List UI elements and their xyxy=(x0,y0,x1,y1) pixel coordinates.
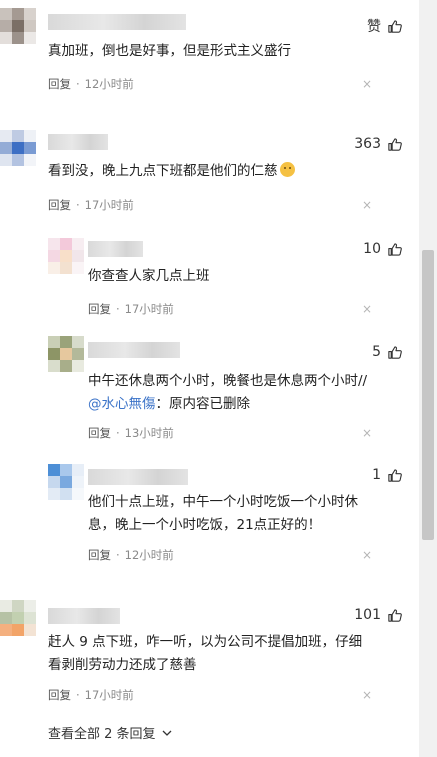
scrollbar-thumb[interactable] xyxy=(422,250,434,540)
like-number: 363 xyxy=(354,136,381,152)
reply-text: 中午还休息两个小时，晚餐也是休息两个小时// @水心無傷：原内容已删除 xyxy=(88,370,418,416)
chevron-down-icon xyxy=(162,730,172,736)
close-icon[interactable]: × xyxy=(362,426,372,440)
timestamp: 12小时前 xyxy=(84,77,134,91)
reply-meta: 回复 · 17小时前 xyxy=(88,301,174,317)
reply-meta: 回复 · 12小时前 xyxy=(88,547,174,563)
thumbs-up-icon[interactable] xyxy=(387,345,402,360)
comment-text-line: 赶人 9 点下班，咋一听，以为公司不提倡加班，仔细 xyxy=(48,634,363,650)
username-blurred[interactable] xyxy=(48,608,120,624)
thumbs-up-icon[interactable] xyxy=(387,608,402,623)
username-blurred[interactable] xyxy=(88,469,188,485)
comment-text: 看到没，晚上九点下班都是他们的仁慈 xyxy=(48,160,378,183)
like-label: 赞 xyxy=(367,19,381,35)
view-all-label: 查看全部 2 条回复 xyxy=(48,727,156,742)
thumbs-up-icon[interactable] xyxy=(387,468,402,483)
comment-meta: 回复 · 17小时前 xyxy=(48,687,134,703)
reply-text-tail: ：原内容已删除 xyxy=(155,396,251,412)
avatar[interactable] xyxy=(48,336,84,372)
meta-dot: · xyxy=(76,77,80,91)
like-number: 10 xyxy=(363,241,381,257)
meta-dot: · xyxy=(76,688,80,702)
avatar[interactable] xyxy=(0,8,36,44)
meta-dot: · xyxy=(116,302,120,316)
like-count[interactable]: 5 xyxy=(372,344,402,360)
like-number: 5 xyxy=(372,344,381,360)
meta-dot: · xyxy=(76,198,80,212)
avatar[interactable] xyxy=(0,130,36,166)
thumbs-up-icon[interactable] xyxy=(387,19,402,34)
close-icon[interactable]: × xyxy=(362,198,372,212)
like-count[interactable]: 10 xyxy=(363,241,402,257)
reply-text-line: @水心無傷：原内容已删除 xyxy=(88,393,418,416)
comment-text-body: 看到没，晚上九点下班都是他们的仁慈 xyxy=(48,163,278,179)
avatar[interactable] xyxy=(0,600,36,636)
reply-meta: 回复 · 13小时前 xyxy=(88,425,174,441)
like-count[interactable]: 1 xyxy=(372,467,402,483)
reply-button[interactable]: 回复 xyxy=(48,198,71,212)
avatar[interactable] xyxy=(48,238,84,274)
comment-text: 真加班，倒也是好事，但是形式主义盛行 xyxy=(48,43,291,59)
reply-text-line: 中午还休息两个小时，晚餐也是休息两个小时// xyxy=(88,373,368,389)
thumbs-up-icon[interactable] xyxy=(387,242,402,257)
close-icon[interactable]: × xyxy=(362,688,372,702)
meta-dot: · xyxy=(116,548,120,562)
reply-text-line: 他们十点上班，中午一个小时吃饭一个小时休 xyxy=(88,494,358,510)
timestamp: 12小时前 xyxy=(124,548,174,562)
reply-text: 他们十点上班，中午一个小时吃饭一个小时休 息，晚上一个小时吃饭，21点正好的！ xyxy=(88,491,418,537)
like-number: 1 xyxy=(372,467,381,483)
like-count[interactable]: 363 xyxy=(354,136,402,152)
mention-link[interactable]: @水心無傷 xyxy=(88,396,156,412)
like-number: 101 xyxy=(354,607,381,623)
reply-text: 你查查人家几点上班 xyxy=(88,268,210,284)
view-all-replies-link[interactable]: 查看全部 2 条回复 xyxy=(48,723,172,742)
close-icon[interactable]: × xyxy=(362,302,372,316)
reply-button[interactable]: 回复 xyxy=(88,302,111,316)
reply-button[interactable]: 回复 xyxy=(48,77,71,91)
username-blurred[interactable] xyxy=(88,342,180,358)
timestamp: 13小时前 xyxy=(124,426,174,440)
like-count[interactable]: 101 xyxy=(354,607,402,623)
meta-dot: · xyxy=(116,426,120,440)
comment-meta: 回复 · 17小时前 xyxy=(48,197,134,213)
smile-emoji-icon xyxy=(279,162,295,177)
timestamp: 17小时前 xyxy=(84,198,134,212)
timestamp: 17小时前 xyxy=(124,302,174,316)
avatar[interactable] xyxy=(48,464,84,500)
reply-button[interactable]: 回复 xyxy=(48,688,71,702)
comment-meta: 回复 · 12小时前 xyxy=(48,76,134,92)
username-blurred[interactable] xyxy=(48,134,108,150)
comment-text: 赶人 9 点下班，咋一听，以为公司不提倡加班，仔细 看剥削劳动力还成了慈善 xyxy=(48,631,388,677)
timestamp: 17小时前 xyxy=(84,688,134,702)
comment-text-line: 看剥削劳动力还成了慈善 xyxy=(48,657,197,673)
username-blurred[interactable] xyxy=(88,241,143,257)
close-icon[interactable]: × xyxy=(362,77,372,91)
reply-text-line: 息，晚上一个小时吃饭，21点正好的！ xyxy=(88,517,322,533)
thumbs-up-icon[interactable] xyxy=(387,137,402,152)
like-count[interactable]: 赞 xyxy=(367,16,402,36)
reply-button[interactable]: 回复 xyxy=(88,426,111,440)
username-blurred[interactable] xyxy=(48,14,186,30)
reply-button[interactable]: 回复 xyxy=(88,548,111,562)
close-icon[interactable]: × xyxy=(362,548,372,562)
